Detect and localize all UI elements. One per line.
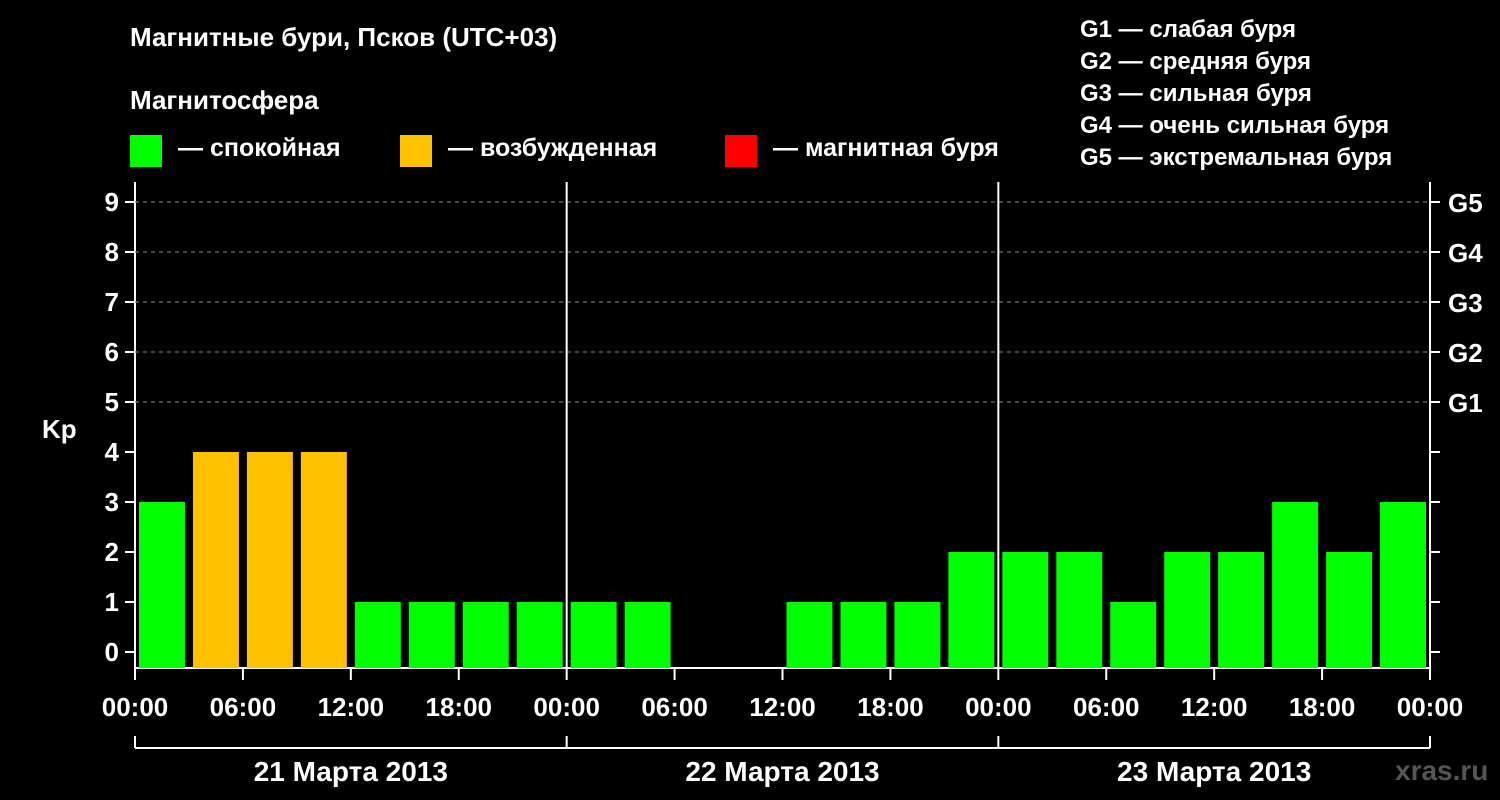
kp-bar bbox=[1218, 552, 1265, 668]
kp-bar bbox=[1272, 502, 1319, 668]
kp-bar bbox=[1380, 502, 1426, 668]
y-tick-label: 1 bbox=[105, 587, 119, 617]
x-tick-label: 12:00 bbox=[749, 692, 816, 722]
day-label: 22 Марта 2013 bbox=[685, 756, 879, 787]
kp-bar bbox=[894, 602, 941, 668]
y-axis-label: Kp bbox=[42, 414, 77, 444]
x-tick-label: 00:00 bbox=[1397, 692, 1464, 722]
x-tick-label: 00:00 bbox=[102, 692, 169, 722]
kp-bar bbox=[354, 602, 401, 668]
kp-bar bbox=[408, 602, 455, 668]
day-label: 21 Марта 2013 bbox=[254, 756, 448, 787]
right-axis-label: G1 bbox=[1448, 388, 1483, 418]
y-tick-label: 9 bbox=[105, 187, 119, 217]
x-tick-label: 06:00 bbox=[641, 692, 708, 722]
kp-bar bbox=[1056, 552, 1103, 668]
x-tick-label: 18:00 bbox=[426, 692, 493, 722]
kp-bar bbox=[840, 602, 887, 668]
kp-bar bbox=[1164, 552, 1211, 668]
right-axis-label: G4 bbox=[1448, 238, 1483, 268]
right-axis-label: G5 bbox=[1448, 188, 1483, 218]
right-axis-label: G3 bbox=[1448, 288, 1483, 318]
kp-bar bbox=[1110, 602, 1157, 668]
y-tick-label: 8 bbox=[105, 237, 119, 267]
kp-bar bbox=[139, 502, 185, 668]
x-tick-label: 12:00 bbox=[318, 692, 385, 722]
day-label: 23 Марта 2013 bbox=[1117, 756, 1311, 787]
kp-bar bbox=[300, 452, 347, 668]
kp-bar bbox=[462, 602, 509, 668]
x-tick-label: 18:00 bbox=[1289, 692, 1356, 722]
y-tick-label: 2 bbox=[105, 537, 119, 567]
kp-bar bbox=[246, 452, 293, 668]
x-tick-label: 00:00 bbox=[533, 692, 600, 722]
y-tick-label: 5 bbox=[105, 387, 119, 417]
kp-bar bbox=[1326, 552, 1373, 668]
y-tick-label: 7 bbox=[105, 287, 119, 317]
x-tick-label: 06:00 bbox=[210, 692, 277, 722]
kp-bar bbox=[1002, 552, 1049, 668]
kp-bar bbox=[948, 552, 995, 668]
site-watermark: xras.ru bbox=[1395, 755, 1489, 786]
kp-bar bbox=[192, 452, 239, 668]
kp-bar bbox=[570, 602, 617, 668]
kp-chart: 0 1 2 3 4 5 6 7 8 9 G1 G2 G3 G4 G5 Kp 00:00 06:00 12:00 18:… bbox=[42, 182, 1483, 787]
y-tick-label: 3 bbox=[105, 487, 119, 517]
kp-bar bbox=[624, 602, 671, 668]
kp-bar bbox=[516, 602, 563, 668]
x-tick-label: 18:00 bbox=[857, 692, 924, 722]
y-tick-label: 4 bbox=[105, 437, 120, 467]
x-tick-label: 00:00 bbox=[965, 692, 1032, 722]
kp-bar bbox=[786, 602, 833, 668]
y-tick-label: 0 bbox=[105, 637, 119, 667]
y-tick-label: 6 bbox=[105, 337, 119, 367]
x-tick-label: 06:00 bbox=[1073, 692, 1140, 722]
x-tick-label: 12:00 bbox=[1181, 692, 1248, 722]
right-axis-label: G2 bbox=[1448, 338, 1483, 368]
